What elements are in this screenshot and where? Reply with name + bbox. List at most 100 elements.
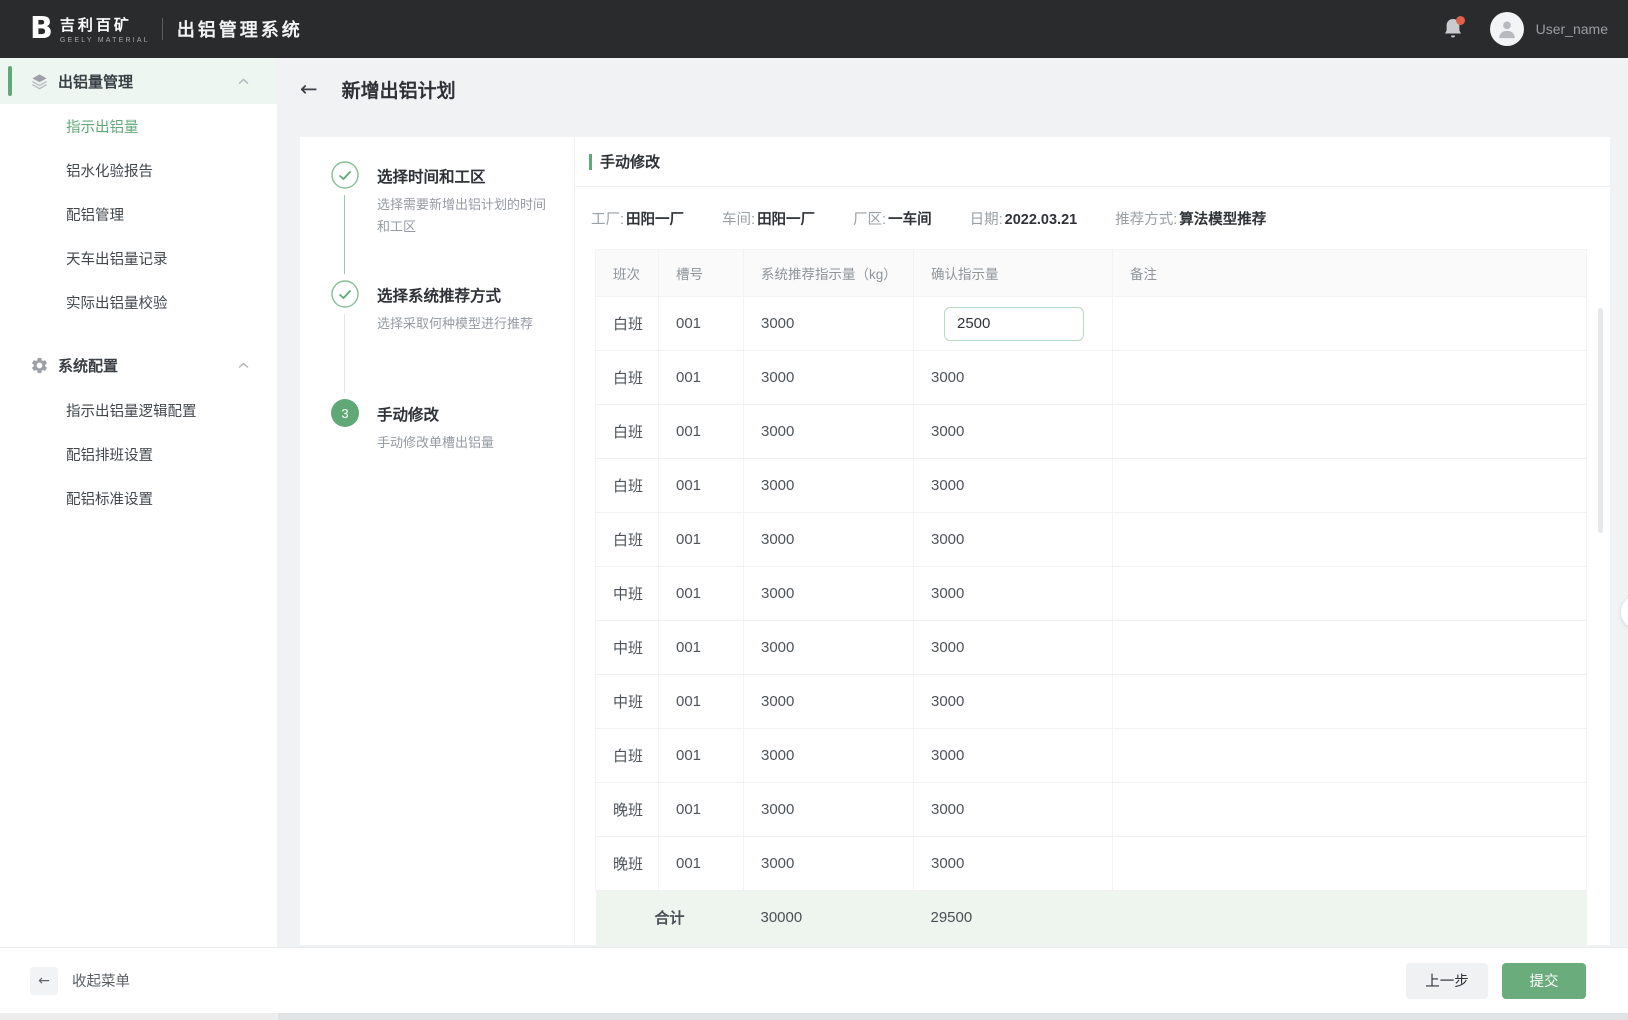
meta-label: 推荐方式: [1115,212,1177,228]
remark-cell [1113,297,1587,351]
step-number-badge: 3 [331,399,359,427]
recommended-cell: 3000 [744,405,914,459]
step-connector [344,195,345,274]
table-row: 中班00130003000 [596,567,1587,621]
recommended-cell: 3000 [744,567,914,621]
sidebar-item-allocation-mgmt[interactable]: 配铝管理 [0,192,277,236]
recommended-cell: 3000 [744,513,914,567]
app-header: B 吉利百矿 GEELY MATERIAL 出铝管理系统 User_name [0,0,1628,58]
confirmed-cell: 3000 [914,351,1113,405]
step-desc: 选择采取何种模型进行推荐 [377,313,555,335]
table-row: 白班00130003000 [596,405,1587,459]
remark-cell [1113,675,1587,729]
sidebar-item-crane-record[interactable]: 天车出铝量记录 [0,236,277,280]
slot-cell: 001 [659,675,744,729]
total-remark [1113,891,1587,945]
back-arrow-icon[interactable]: ← [300,79,318,100]
chevron-up-icon [238,78,249,85]
confirmed-cell: 3000 [914,675,1113,729]
notification-bell-icon[interactable] [1442,17,1464,41]
slot-cell: 001 [659,783,744,837]
shift-cell: 白班 [596,513,659,567]
shift-cell: 白班 [596,405,659,459]
recommended-cell: 3000 [744,459,914,513]
user-icon [1496,18,1518,40]
sidebar-item-assay-report[interactable]: 铝水化验报告 [0,148,277,192]
previous-step-button[interactable]: 上一步 [1406,963,1488,999]
chevron-up-icon [238,362,249,369]
remark-cell [1113,567,1587,621]
remark-cell [1113,351,1587,405]
sidebar-section-aluminum-output[interactable]: 出铝量管理 [0,58,277,104]
col-slot: 槽号 [659,250,744,297]
shift-cell: 中班 [596,621,659,675]
brand-block: 吉利百矿 GEELY MATERIAL [60,14,150,44]
app-title: 出铝管理系统 [177,16,303,42]
table-row: 白班00130003000 [596,459,1587,513]
sidebar-item-standard-config[interactable]: 配铝标准设置 [0,476,277,520]
plan-meta-row: 工厂:田阳一厂 车间:田阳一厂 厂区:一车间 日期:2022.03.21 推荐方… [575,187,1610,249]
username[interactable]: User_name [1536,21,1608,37]
shift-cell: 白班 [596,351,659,405]
active-indicator [8,66,12,96]
slot-cell: 001 [659,297,744,351]
shift-cell: 晚班 [596,783,659,837]
sidebar-section-system-config[interactable]: 系统配置 [0,342,277,388]
slot-cell: 001 [659,351,744,405]
floating-widget[interactable] [1621,595,1628,629]
new-plan-card: 选择时间和工区 选择需要新增出铝计划的时间和工区 选择系统推荐方式 选择采取何种… [300,137,1610,945]
steps-panel: 选择时间和工区 选择需要新增出铝计划的时间和工区 选择系统推荐方式 选择采取何种… [300,137,575,945]
table-header-row: 班次 槽号 系统推荐指示量（kg） 确认指示量 备注 [596,250,1587,297]
sidebar-section-label: 出铝量管理 [58,71,133,92]
brand-subtitle: GEELY MATERIAL [60,37,150,44]
step-title: 选择时间和工区 [377,165,555,187]
collapse-menu-label[interactable]: 收起菜单 [72,970,130,991]
confirmed-cell: 3000 [914,567,1113,621]
table-row: 中班00130003000 [596,675,1587,729]
col-recommended: 系统推荐指示量（kg） [744,250,914,297]
sidebar-item-logic-config[interactable]: 指示出铝量逻辑配置 [0,388,277,432]
header-divider [162,18,163,40]
meta-value: 算法模型推荐 [1179,212,1266,228]
collapse-arrow-icon: ← [38,973,50,989]
recommended-cell: 3000 [744,621,914,675]
avatar[interactable] [1490,12,1524,46]
collapse-menu-button[interactable]: ← [30,967,58,995]
section-title: 手动修改 [600,151,660,172]
table-row: 白班00130003000 [596,351,1587,405]
slot-cell: 001 [659,459,744,513]
shift-cell: 中班 [596,567,659,621]
brand-logo-icon: B [30,14,52,44]
sidebar-item-actual-check[interactable]: 实际出铝量校验 [0,280,277,324]
recommended-cell: 3000 [744,675,914,729]
sidebar-item-shift-config[interactable]: 配铝排班设置 [0,432,277,476]
confirmed-amount-input[interactable] [944,307,1084,341]
meta-label: 车间: [722,212,755,228]
slot-cell: 001 [659,405,744,459]
slot-cell: 001 [659,729,744,783]
shift-cell: 白班 [596,297,659,351]
recommended-cell: 3000 [744,297,914,351]
submit-button[interactable]: 提交 [1502,963,1586,999]
table-row: 白班0013000 [596,297,1587,351]
remark-cell [1113,513,1587,567]
gear-icon [30,356,49,375]
col-remark: 备注 [1113,250,1587,297]
submenu-aluminum-output: 指示出铝量 铝水化验报告 配铝管理 天车出铝量记录 实际出铝量校验 [0,104,277,324]
table-scrollbar-thumb[interactable] [1598,308,1603,533]
recommended-cell: 3000 [744,729,914,783]
total-row: 合计 30000 29500 [596,891,1587,945]
confirmed-cell: 3000 [914,621,1113,675]
meta-value: 田阳一厂 [757,212,815,228]
confirmed-cell: 3000 [914,405,1113,459]
shift-cell: 白班 [596,459,659,513]
sidebar-item-indicated-output[interactable]: 指示出铝量 [0,104,277,148]
step-connector [344,314,345,393]
col-confirmed: 确认指示量 [914,250,1113,297]
meta-value: 田阳一厂 [626,212,684,228]
meta-value: 2022.03.21 [1005,212,1078,228]
step-desc: 手动修改单槽出铝量 [377,432,555,454]
shift-cell: 晚班 [596,837,659,891]
slot-cell: 001 [659,513,744,567]
confirmed-cell: 3000 [914,729,1113,783]
